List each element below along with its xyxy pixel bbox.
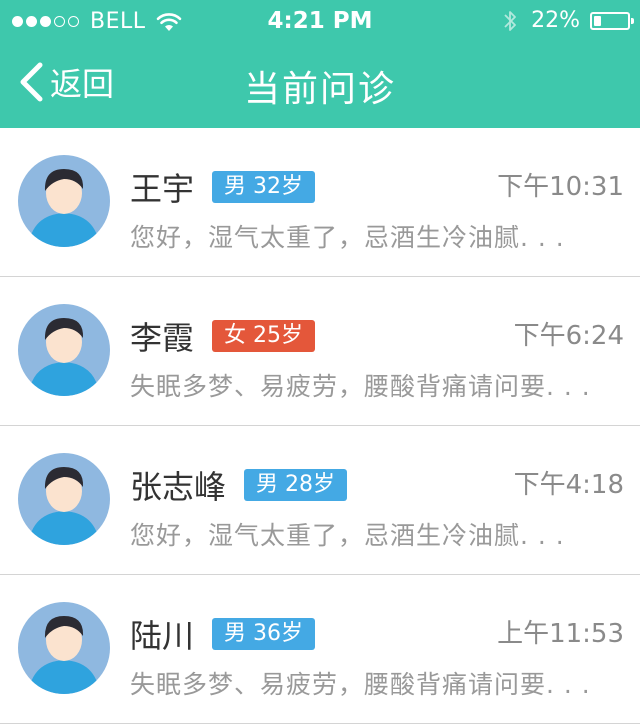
battery-cap — [631, 17, 634, 24]
patient-name: 王宇 — [130, 170, 195, 208]
nav-bar: 返回 当前问诊 — [0, 44, 640, 128]
avatar-icon — [18, 155, 110, 247]
battery-icon — [590, 11, 634, 30]
back-button[interactable]: 返回 — [18, 60, 114, 104]
gender-age-badge: 女 25岁 — [212, 320, 316, 352]
back-label: 返回 — [50, 65, 115, 103]
avatar-icon — [18, 304, 110, 396]
status-bar: BELL 4:21 PM 22% — [0, 0, 640, 44]
message-time: 下午4:18 — [513, 470, 624, 500]
battery-fill — [594, 15, 601, 26]
message-preview: 您好，湿气太重了，忌酒生冷油腻. . . — [130, 223, 565, 252]
avatar-icon — [18, 453, 110, 545]
patient-name-row: 陆川 男 36岁 — [130, 611, 316, 657]
message-time: 上午11:53 — [497, 619, 624, 649]
gender-age-badge: 男 36岁 — [212, 618, 316, 650]
battery-percentage: 22% — [531, 8, 580, 33]
consultation-list: 王宇 男 32岁 下午10:31 您好，湿气太重了，忌酒生冷油腻. . . 李霞… — [0, 128, 640, 724]
consultation-item[interactable]: 李霞 女 25岁 下午6:24 失眠多梦、易疲劳，腰酸背痛请问要. . . — [0, 277, 640, 426]
message-preview: 失眠多梦、易疲劳，腰酸背痛请问要. . . — [130, 670, 591, 699]
consultation-item[interactable]: 陆川 男 36岁 上午11:53 失眠多梦、易疲劳，腰酸背痛请问要. . . — [0, 575, 640, 724]
chevron-left-icon — [20, 62, 43, 102]
consultation-item[interactable]: 张志峰 男 28岁 下午4:18 您好，湿气太重了，忌酒生冷油腻. . . — [0, 426, 640, 575]
gender-age-badge: 男 28岁 — [244, 469, 348, 501]
avatar-icon — [18, 602, 110, 694]
patient-name: 李霞 — [130, 319, 195, 357]
message-time: 下午10:31 — [497, 172, 624, 202]
gender-age-badge: 男 32岁 — [212, 171, 316, 203]
consultation-item[interactable]: 王宇 男 32岁 下午10:31 您好，湿气太重了，忌酒生冷油腻. . . — [0, 128, 640, 277]
patient-name: 陆川 — [130, 617, 195, 655]
patient-name-row: 王宇 男 32岁 — [130, 164, 316, 210]
patient-name-row: 李霞 女 25岁 — [130, 313, 316, 359]
message-preview: 您好，湿气太重了，忌酒生冷油腻. . . — [130, 521, 565, 550]
patient-name-row: 张志峰 男 28岁 — [130, 462, 348, 508]
message-time: 下午6:24 — [513, 321, 624, 351]
header: BELL 4:21 PM 22% 返回 当前问诊 — [0, 0, 640, 128]
patient-name: 张志峰 — [130, 468, 227, 506]
bluetooth-icon — [504, 10, 516, 31]
status-right: 22% — [503, 8, 634, 33]
message-preview: 失眠多梦、易疲劳，腰酸背痛请问要. . . — [130, 372, 591, 401]
